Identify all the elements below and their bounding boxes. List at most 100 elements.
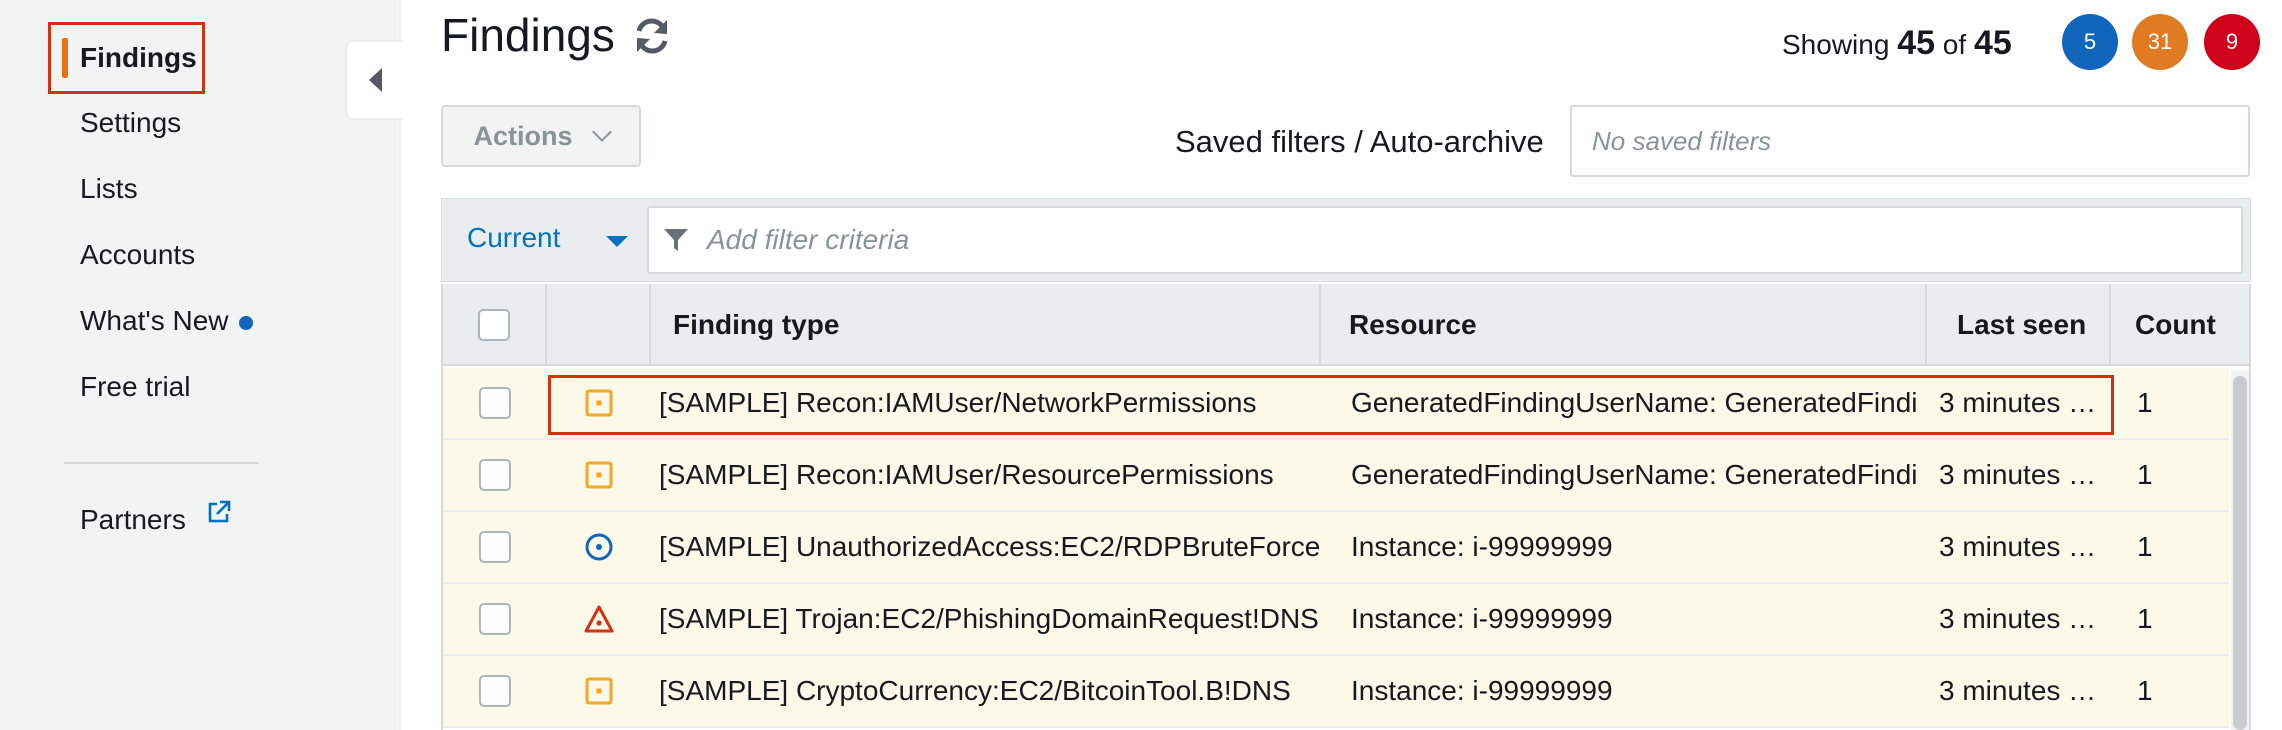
severity-cell <box>547 440 651 510</box>
findings-table: Finding type Resource Last seen Count [S… <box>441 284 2251 730</box>
high-severity-count-badge[interactable]: 9 <box>2204 14 2260 70</box>
low-severity-circle-icon <box>585 533 613 561</box>
last-seen-text: 3 minutes ago <box>1939 675 2107 706</box>
finding-type-cell[interactable]: [SAMPLE] CryptoCurrency:EC2/BitcoinTool.… <box>659 656 1321 726</box>
last-seen-text: 3 minutes ago <box>1939 387 2107 418</box>
of-label: of <box>1942 29 1967 60</box>
sidebar: Findings Settings Lists Accounts What's … <box>0 0 401 730</box>
resource-text: Instance: i-99999999 <box>1351 603 1613 634</box>
new-indicator-dot <box>238 315 253 330</box>
low-severity-count-badge[interactable]: 5 <box>2062 14 2118 70</box>
row-checkbox-cell <box>443 368 547 438</box>
sidebar-item-lists[interactable]: Lists <box>80 173 138 205</box>
severity-cell <box>547 512 651 582</box>
row-checkbox-cell <box>443 440 547 510</box>
last-seen-cell: 3 minutes ago <box>1939 584 2107 654</box>
saved-filters-placeholder: No saved filters <box>1592 125 1772 156</box>
column-header-finding-type[interactable]: Finding type <box>651 284 1321 366</box>
external-link-icon <box>208 500 230 523</box>
last-seen-cell: 3 minutes ago <box>1939 656 2107 726</box>
row-checkbox[interactable] <box>479 531 511 563</box>
resource-cell: Instance: i-99999999 <box>1351 656 1919 726</box>
resource-text: GeneratedFindingUserName: GeneratedFindi… <box>1351 387 1919 418</box>
high-severity-triangle-icon <box>584 605 614 633</box>
severity-cell <box>547 584 651 654</box>
row-checkbox[interactable] <box>479 459 511 491</box>
shown-count: 45 <box>1897 24 1936 62</box>
row-checkbox[interactable] <box>479 603 511 635</box>
select-all-checkbox[interactable] <box>478 309 510 341</box>
results-count: Showing 45 of 45 <box>1782 24 2012 63</box>
row-checkbox-cell <box>443 656 547 726</box>
finding-type-text: [SAMPLE] UnauthorizedAccess:EC2/RDPBrute… <box>659 531 1321 562</box>
medium-severity-count-badge[interactable]: 31 <box>2132 14 2188 70</box>
resource-cell: Instance: i-99999999 <box>1351 584 1919 654</box>
count-cell: 1 <box>2137 675 2153 706</box>
resource-cell: Instance: i-99999999 <box>1351 512 1919 582</box>
total-count: 45 <box>1973 24 2012 62</box>
medium-severity-square-icon <box>585 677 613 705</box>
resource-cell: GeneratedFindingUserName: GeneratedFindi… <box>1351 440 1919 510</box>
row-checkbox[interactable] <box>479 675 511 707</box>
row-checkbox-cell <box>443 512 547 582</box>
row-checkbox-cell <box>443 584 547 654</box>
count-cell: 1 <box>2137 387 2153 418</box>
sidebar-item-settings[interactable]: Settings <box>80 107 181 139</box>
sidebar-item-label: What's New <box>80 305 229 336</box>
finding-type-cell[interactable]: [SAMPLE] Recon:IAMUser/ResourcePermissio… <box>659 440 1321 510</box>
column-header-count[interactable]: Count <box>2111 284 2249 366</box>
last-seen-text: 3 minutes ago <box>1939 459 2107 490</box>
filter-funnel-icon <box>664 229 688 251</box>
row-checkbox[interactable] <box>479 387 511 419</box>
caret-down-icon[interactable] <box>606 236 628 247</box>
resource-text: GeneratedFindingUserName: GeneratedFindi… <box>1351 459 1919 490</box>
collapse-sidebar-button[interactable] <box>345 40 403 120</box>
table-header: Finding type Resource Last seen Count <box>443 284 2249 366</box>
finding-type-text: [SAMPLE] Trojan:EC2/PhishingDomainReques… <box>659 603 1319 634</box>
finding-type-cell[interactable]: [SAMPLE] UnauthorizedAccess:EC2/RDPBrute… <box>659 512 1321 582</box>
filter-scope-select[interactable]: Current <box>467 222 560 254</box>
scrollbar-thumb[interactable] <box>2233 376 2247 730</box>
sidebar-item-accounts[interactable]: Accounts <box>80 239 195 271</box>
severity-cell <box>547 656 651 726</box>
last-seen-text: 3 minutes ago <box>1939 603 2107 634</box>
resource-cell: GeneratedFindingUserName: GeneratedFindi… <box>1351 368 1919 438</box>
last-seen-cell: 3 minutes ago <box>1939 368 2107 438</box>
caret-left-icon <box>368 68 382 92</box>
resource-text: Instance: i-99999999 <box>1351 531 1613 562</box>
sidebar-item-free-trial[interactable]: Free trial <box>80 371 190 403</box>
finding-type-text: [SAMPLE] Recon:IAMUser/ResourcePermissio… <box>659 459 1274 490</box>
count-cell: 1 <box>2137 531 2153 562</box>
showing-label: Showing <box>1782 29 1890 60</box>
select-all-column <box>443 284 547 366</box>
last-seen-text: 3 minutes ago <box>1939 531 2107 562</box>
severity-column-header <box>547 284 651 366</box>
sidebar-item-partners[interactable]: Partners <box>80 499 232 536</box>
severity-cell <box>547 368 651 438</box>
table-row[interactable]: [SAMPLE] Recon:IAMUser/ResourcePermissio… <box>443 440 2229 512</box>
table-row[interactable]: [SAMPLE] Recon:IAMUser/NetworkPermission… <box>443 368 2229 440</box>
column-header-last-seen[interactable]: Last seen <box>1927 284 2111 366</box>
last-seen-cell: 3 minutes ago <box>1939 512 2107 582</box>
saved-filters-select[interactable]: No saved filters <box>1570 105 2250 177</box>
sidebar-item-whats-new[interactable]: What's New <box>80 305 253 337</box>
sidebar-item-label: Partners <box>80 504 186 535</box>
finding-type-cell[interactable]: [SAMPLE] Recon:IAMUser/NetworkPermission… <box>659 368 1321 438</box>
filter-criteria-input[interactable]: Add filter criteria <box>647 206 2243 274</box>
column-header-resource[interactable]: Resource <box>1321 284 1927 366</box>
finding-type-text: [SAMPLE] Recon:IAMUser/NetworkPermission… <box>659 387 1257 418</box>
table-row[interactable]: [SAMPLE] Trojan:EC2/PhishingDomainReques… <box>443 584 2229 656</box>
refresh-icon[interactable] <box>630 14 674 58</box>
finding-type-text: [SAMPLE] CryptoCurrency:EC2/BitcoinTool.… <box>659 675 1291 706</box>
sidebar-divider <box>64 462 259 464</box>
medium-severity-square-icon <box>585 389 613 417</box>
table-row[interactable]: [SAMPLE] CryptoCurrency:EC2/BitcoinTool.… <box>443 656 2229 728</box>
table-row[interactable]: [SAMPLE] UnauthorizedAccess:EC2/RDPBrute… <box>443 512 2229 584</box>
actions-button[interactable]: Actions <box>441 105 641 167</box>
last-seen-cell: 3 minutes ago <box>1939 440 2107 510</box>
resource-text: Instance: i-99999999 <box>1351 675 1613 706</box>
sidebar-item-findings[interactable]: Findings <box>80 42 197 74</box>
page-title: Findings <box>441 9 615 61</box>
finding-type-cell[interactable]: [SAMPLE] Trojan:EC2/PhishingDomainReques… <box>659 584 1321 654</box>
active-indicator <box>62 38 68 78</box>
